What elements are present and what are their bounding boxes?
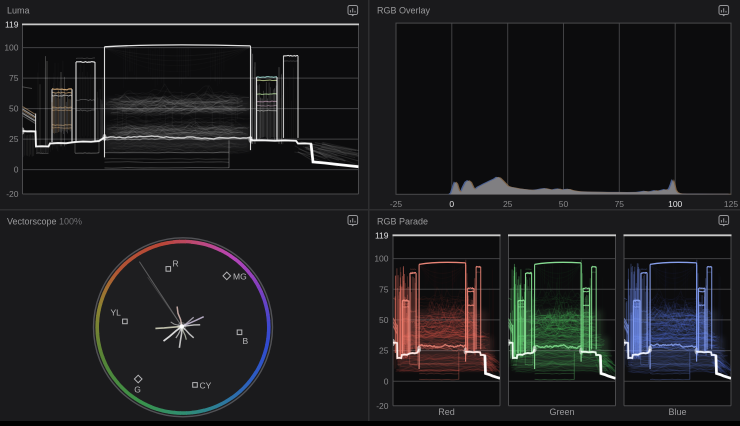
svg-text:B: B <box>243 336 249 346</box>
svg-text:CY: CY <box>200 381 212 391</box>
svg-text:Red: Red <box>438 407 455 417</box>
svg-text:125: 125 <box>724 199 738 209</box>
svg-text:25: 25 <box>9 134 19 144</box>
svg-text:0: 0 <box>449 199 454 209</box>
svg-text:Green: Green <box>549 407 574 417</box>
svg-text:0: 0 <box>384 376 389 386</box>
svg-text:75: 75 <box>9 73 19 83</box>
svg-text:Vectorscope: Vectorscope <box>7 217 57 227</box>
svg-text:25: 25 <box>379 346 389 356</box>
svg-text:50: 50 <box>379 315 389 325</box>
svg-text:YL: YL <box>111 307 122 317</box>
svg-text:Blue: Blue <box>668 407 686 417</box>
svg-text:100: 100 <box>4 43 18 53</box>
svg-text:0: 0 <box>14 165 19 175</box>
svg-text:100: 100 <box>374 254 388 264</box>
svg-text:25: 25 <box>503 199 513 209</box>
svg-text:RGB Parade: RGB Parade <box>377 217 428 227</box>
svg-text:G: G <box>134 384 141 394</box>
svg-text:100: 100 <box>668 199 682 209</box>
svg-text:119: 119 <box>375 230 389 240</box>
svg-text:75: 75 <box>615 199 625 209</box>
svg-text:75: 75 <box>379 284 389 294</box>
svg-text:-20: -20 <box>376 401 389 411</box>
svg-text:MG: MG <box>233 271 247 281</box>
svg-text:-20: -20 <box>6 189 19 199</box>
svg-text:100%: 100% <box>59 217 82 227</box>
svg-text:RGB Overlay: RGB Overlay <box>377 5 431 15</box>
svg-text:119: 119 <box>5 19 19 29</box>
svg-text:50: 50 <box>559 199 569 209</box>
svg-text:Luma: Luma <box>7 5 30 15</box>
svg-text:R: R <box>173 259 179 269</box>
svg-text:50: 50 <box>9 104 19 114</box>
svg-text:-25: -25 <box>390 199 403 209</box>
